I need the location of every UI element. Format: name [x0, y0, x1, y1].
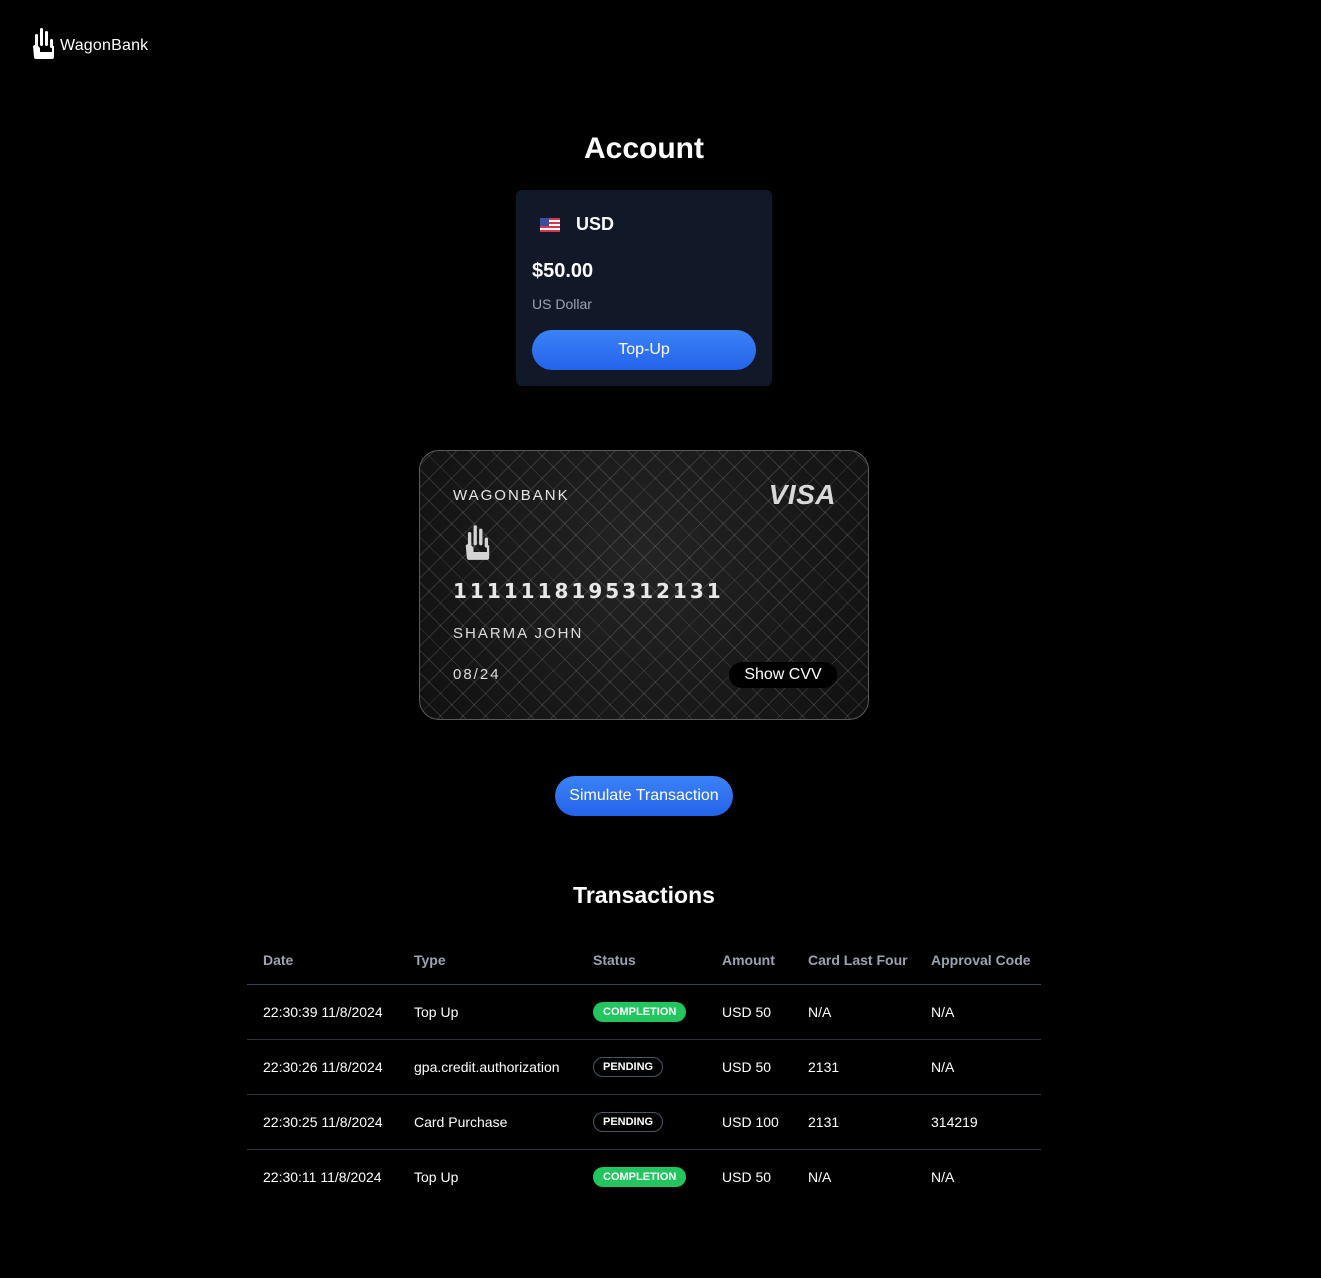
account-balance: $50.00 — [532, 260, 594, 282]
cell-date: 22:30:11 11/8/2024 — [263, 1169, 382, 1185]
cell-card-last-four: 2131 — [792, 1094, 915, 1150]
raised-hand-icon — [33, 28, 54, 59]
column-header-date: Date — [247, 936, 398, 985]
table-row: 22:30:26 11/8/2024 gpa.credit.authorizat… — [247, 1039, 1041, 1095]
top-up-button[interactable]: Top-Up — [532, 330, 756, 370]
card-holder-name: SHARMA JOHN — [453, 625, 584, 642]
brand-home-link[interactable]: WagonBank — [32, 26, 148, 60]
cell-approval-code: 314219 — [915, 1094, 1041, 1150]
card-bank-name: WAGONBANK — [453, 487, 570, 504]
cell-approval-code: N/A — [915, 984, 1041, 1040]
account-card: USD $50.00 US Dollar Top-Up — [516, 190, 772, 386]
cell-approval-code: N/A — [915, 1039, 1041, 1095]
column-header-type: Type — [398, 936, 577, 985]
status-badge: COMPLETION — [593, 1167, 687, 1187]
cell-status: COMPLETION — [577, 1150, 706, 1205]
column-header-approval-code: Approval Code — [915, 936, 1041, 985]
cell-date: 22:30:39 11/8/2024 — [247, 984, 398, 1040]
raised-hand-icon — [465, 525, 490, 560]
currency-name: US Dollar — [532, 296, 592, 312]
status-badge: PENDING — [593, 1112, 664, 1132]
column-header-card-last-four: Card Last Four — [792, 936, 915, 985]
status-badge: PENDING — [593, 1057, 664, 1077]
currency-row: USD — [540, 214, 614, 235]
transactions-table: Date Type Status Amount Card Last Four A… — [247, 936, 1041, 1204]
cell-type: Card Purchase — [398, 1094, 577, 1150]
cell-amount: USD 50 — [722, 1169, 772, 1185]
transactions-title: Transactions — [573, 882, 715, 908]
us-flag-icon — [540, 217, 560, 232]
cell-approval-code: N/A — [931, 1169, 955, 1185]
table-header-row: Date Type Status Amount Card Last Four A… — [247, 936, 1041, 985]
column-header-status: Status — [577, 936, 706, 985]
table-row: 22:30:11 11/8/2024 Top Up COMPLETION USD… — [247, 1150, 1041, 1205]
cell-type: gpa.credit.authorization — [398, 1039, 577, 1095]
visa-logo: VISA — [768, 479, 836, 510]
cell-amount: USD 100 — [706, 1094, 792, 1150]
cell-amount: USD 50 — [706, 984, 792, 1040]
brand-name: WagonBank — [60, 37, 149, 54]
cell-card-last-four: N/A — [792, 984, 915, 1040]
cell-type: Top Up — [398, 984, 577, 1040]
show-cvv-button[interactable]: Show CVV — [729, 662, 837, 688]
cell-status: PENDING — [577, 1039, 706, 1095]
cell-date: 22:30:25 11/8/2024 — [247, 1094, 398, 1150]
table-row: 22:30:39 11/8/2024 Top Up COMPLETION USD… — [247, 984, 1041, 1040]
cell-card-last-four: N/A — [808, 1169, 832, 1185]
cell-date: 22:30:26 11/8/2024 — [247, 1039, 398, 1095]
card-expiry: 08/24 — [453, 666, 501, 683]
cell-status: PENDING — [577, 1094, 706, 1150]
card-number: 1111118195312131 — [453, 579, 724, 603]
cell-amount: USD 50 — [706, 1039, 792, 1095]
simulate-transaction-button[interactable]: Simulate Transaction — [555, 776, 733, 816]
page-title: Account — [584, 132, 704, 165]
currency-code: USD — [576, 214, 615, 234]
table-row: 22:30:25 11/8/2024 Card Purchase PENDING… — [247, 1094, 1041, 1150]
cell-status: COMPLETION — [577, 984, 706, 1040]
column-header-amount: Amount — [706, 936, 792, 985]
credit-card: WAGONBANK VISA 1111118195312131 SHARMA J… — [419, 450, 869, 720]
status-badge: COMPLETION — [593, 1002, 687, 1022]
cell-type: Top Up — [414, 1169, 459, 1185]
cell-card-last-four: 2131 — [792, 1039, 915, 1095]
